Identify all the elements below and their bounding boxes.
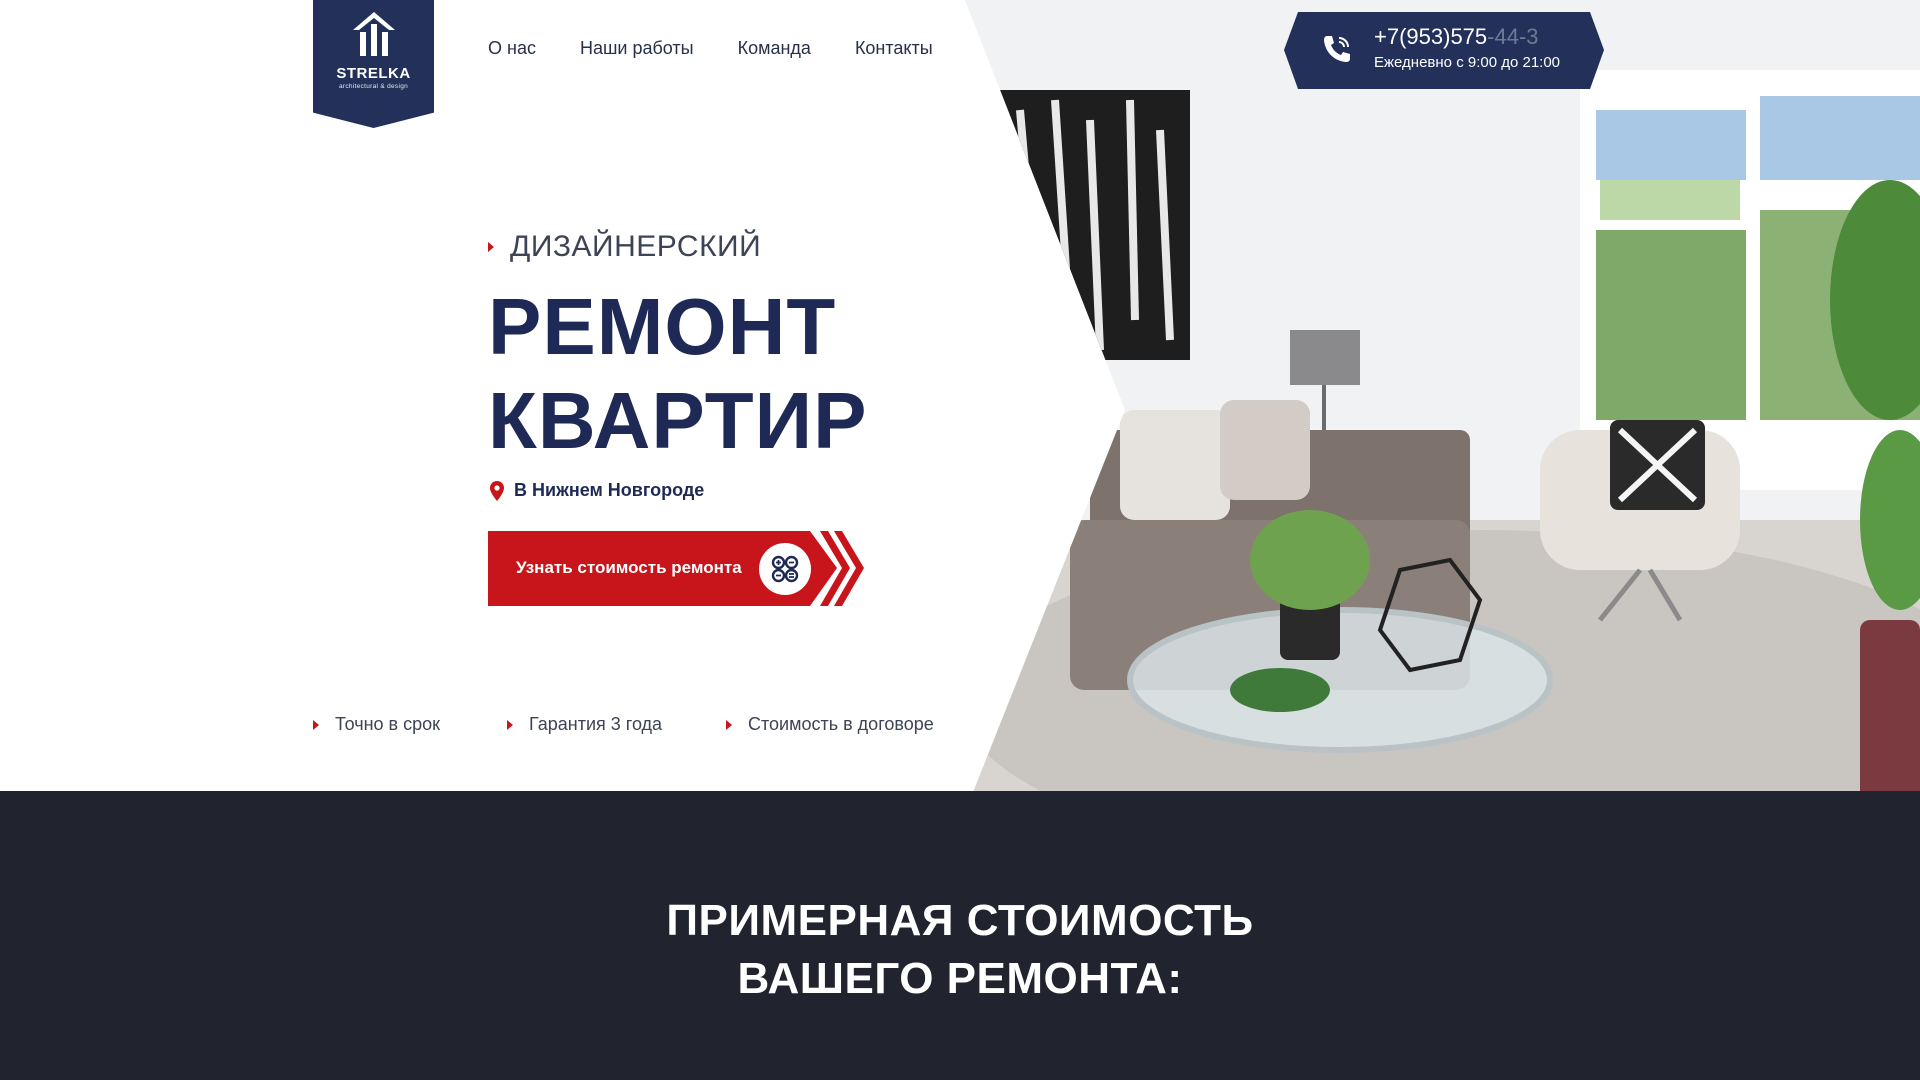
nav-item-team[interactable]: Команда: [738, 38, 811, 59]
hero-section: STRELKA architectural & design О нас Наш…: [0, 0, 1920, 825]
cta-icon-circle: [759, 543, 811, 595]
feature-text: Стоимость в договоре: [748, 714, 934, 734]
living-room-image: [960, 0, 1920, 825]
feature-text: Точно в срок: [335, 714, 440, 734]
features-list: Точно в срок Гарантия 3 года Стоимость в…: [0, 714, 960, 734]
nav-item-about[interactable]: О нас: [488, 38, 536, 59]
feature-item: Стоимость в договоре: [726, 714, 934, 735]
bullet-arrow-icon: [507, 719, 513, 730]
feature-item: Точно в срок: [313, 714, 440, 735]
pricing-title-line2: ВАШЕГО РЕМОНТА:: [737, 954, 1183, 1003]
bullet-arrow-icon: [726, 719, 732, 730]
map-pin-icon: [490, 480, 504, 501]
main-nav: О нас Наши работы Команда Контакты: [488, 38, 933, 59]
nav-item-contacts[interactable]: Контакты: [855, 38, 933, 59]
hero-title-line2: КВАРТИР: [488, 376, 868, 465]
brand-logo[interactable]: STRELKA architectural & design: [313, 0, 434, 128]
hero-photo: [960, 0, 1920, 825]
logo-name: STRELKA: [336, 65, 411, 82]
phone-hours: Ежедневно с 9:00 до 21:00: [1374, 54, 1561, 71]
hero-kicker-text: ДИЗАЙНЕРСКИЙ: [510, 230, 762, 263]
phone-block[interactable]: +7(953)575-44-3 Ежедневно с 9:00 до 21:0…: [1284, 12, 1604, 89]
house-arrow-icon: [352, 12, 395, 56]
cta-label: Узнать стоимость ремонта: [516, 558, 742, 577]
bullet-arrow-icon: [313, 719, 319, 730]
phone-icon: [1324, 36, 1350, 62]
feature-item: Гарантия 3 года: [507, 714, 662, 735]
phone-number[interactable]: +7(953)575-44-3: [1374, 24, 1539, 50]
pricing-title: ПРИМЕРНАЯ СТОИМОСТЬ ВАШЕГО РЕМОНТА:: [0, 892, 1920, 1008]
pricing-section: ПРИМЕРНАЯ СТОИМОСТЬ ВАШЕГО РЕМОНТА:: [0, 791, 1920, 1080]
pricing-title-line1: ПРИМЕРНАЯ СТОИМОСТЬ: [666, 896, 1254, 945]
calculator-icon: [771, 555, 799, 583]
hero-kicker: ДИЗАЙНЕРСКИЙ: [488, 230, 761, 264]
logo-tagline: architectural & design: [338, 83, 409, 90]
hero-title-line1: РЕМОНТ: [488, 282, 837, 371]
phone-number-main: +7(953)575: [1374, 24, 1488, 49]
nav-item-works[interactable]: Наши работы: [580, 38, 694, 59]
hero-title: РЕМОНТ КВАРТИР: [488, 280, 867, 468]
location-text: В Нижнем Новгороде: [514, 480, 705, 500]
bullet-arrow-icon: [488, 242, 494, 252]
hero-location: В Нижнем Новгороде: [490, 480, 704, 501]
phone-number-hidden: -44-3: [1487, 24, 1539, 49]
get-price-button[interactable]: Узнать стоимость ремонта: [488, 531, 864, 606]
feature-text: Гарантия 3 года: [529, 714, 663, 734]
